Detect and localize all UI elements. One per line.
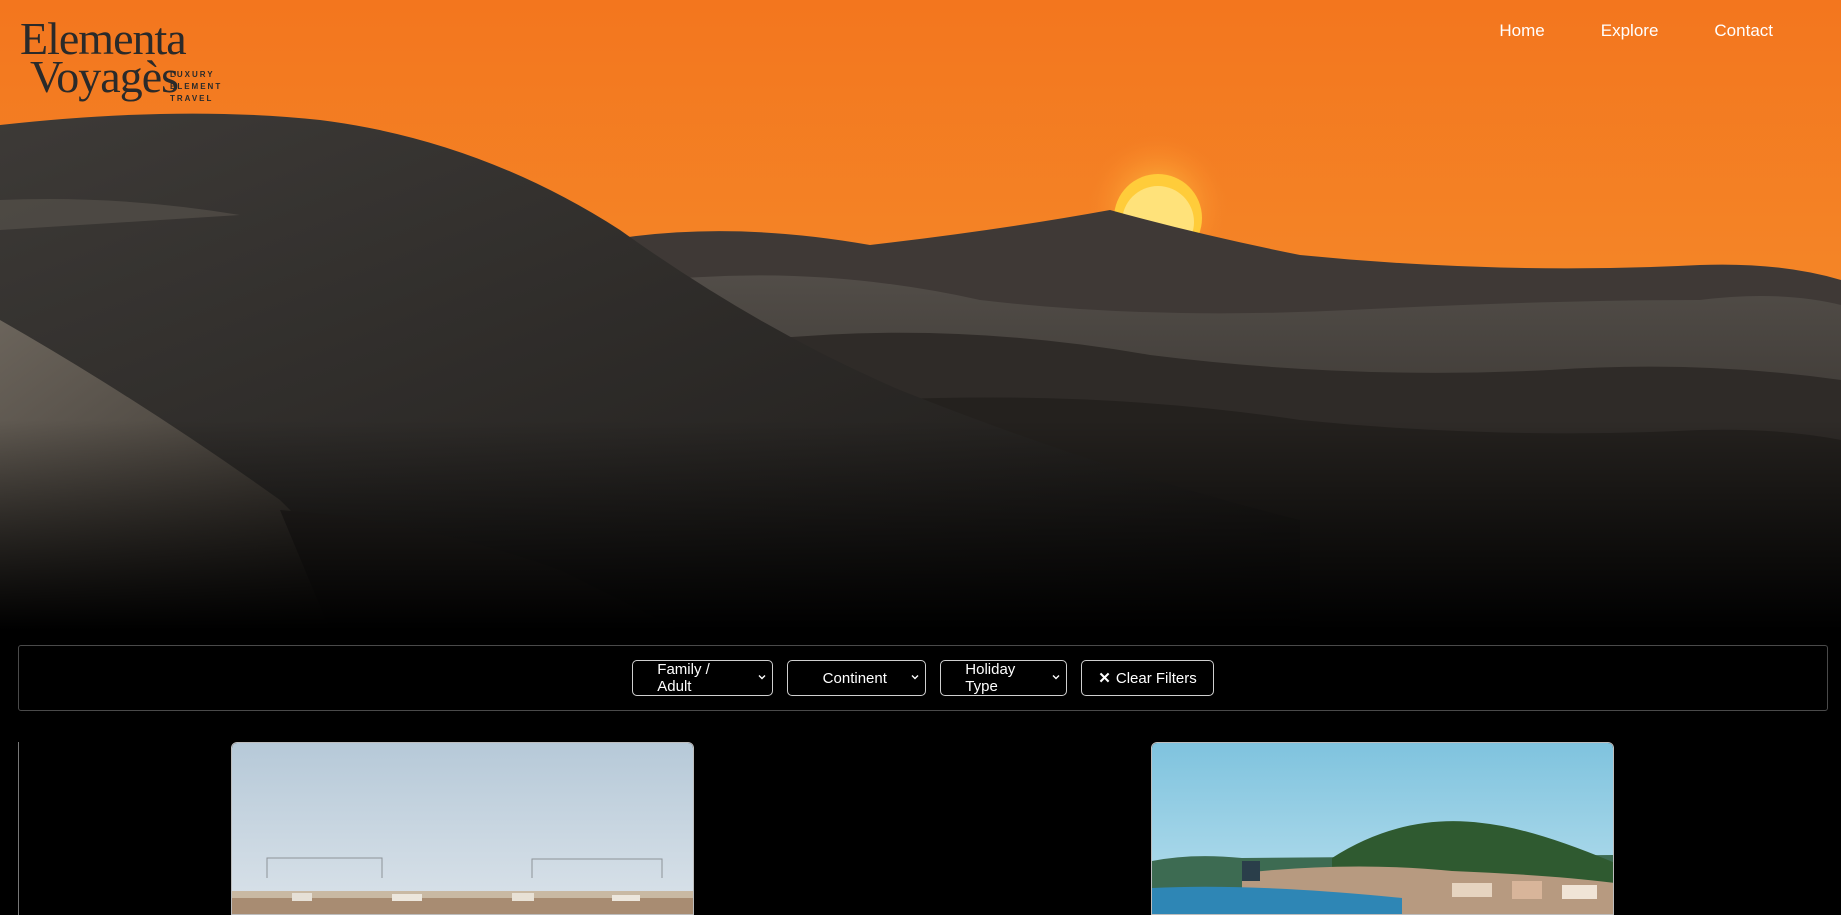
hero-image bbox=[0, 0, 1841, 630]
chevron-down-icon bbox=[911, 675, 919, 680]
chevron-down-icon bbox=[758, 675, 766, 680]
nav-home-link[interactable]: Home bbox=[1471, 19, 1572, 43]
destination-card[interactable] bbox=[1151, 742, 1614, 915]
brand-logo[interactable]: Elementa Voyagès LUXURY ELEMENT TRAVEL bbox=[20, 14, 240, 104]
audience-filter-value: Family / Adult bbox=[657, 661, 710, 695]
logo-tagline: LUXURY ELEMENT TRAVEL bbox=[170, 69, 222, 105]
chevron-down-icon bbox=[1052, 675, 1060, 680]
logo-tagline-word: TRAVEL bbox=[170, 94, 214, 103]
continent-filter-value: Continent bbox=[822, 669, 887, 687]
holiday-type-filter-select[interactable]: Holiday Type bbox=[940, 660, 1068, 696]
destination-card-image bbox=[232, 743, 693, 914]
destination-card[interactable] bbox=[231, 742, 694, 915]
filter-bar: Family / Adult Continent Holiday Type ✕ … bbox=[18, 645, 1828, 711]
nav-explore-link[interactable]: Explore bbox=[1573, 19, 1687, 43]
holiday-type-filter-value: Holiday Type bbox=[965, 661, 1016, 695]
clear-filters-label: Clear Filters bbox=[1115, 669, 1197, 687]
logo-wordmark-line2: Voyagès bbox=[30, 51, 179, 102]
clear-filters-button[interactable]: ✕ Clear Filters bbox=[1081, 660, 1214, 696]
audience-filter-select[interactable]: Family / Adult bbox=[632, 660, 774, 696]
close-icon: ✕ bbox=[1098, 670, 1111, 687]
nav-contact-link[interactable]: Contact bbox=[1686, 19, 1801, 43]
hero-banner: Elementa Voyagès LUXURY ELEMENT TRAVEL H… bbox=[0, 0, 1841, 630]
main-nav: Home Explore Contact bbox=[1471, 19, 1801, 43]
continent-filter-select[interactable]: Continent bbox=[787, 660, 927, 696]
logo-tagline-word: ELEMENT bbox=[170, 82, 223, 91]
logo-tagline-word: LUXURY bbox=[170, 70, 215, 79]
destination-card-image bbox=[1152, 743, 1613, 914]
results-divider bbox=[18, 742, 19, 915]
